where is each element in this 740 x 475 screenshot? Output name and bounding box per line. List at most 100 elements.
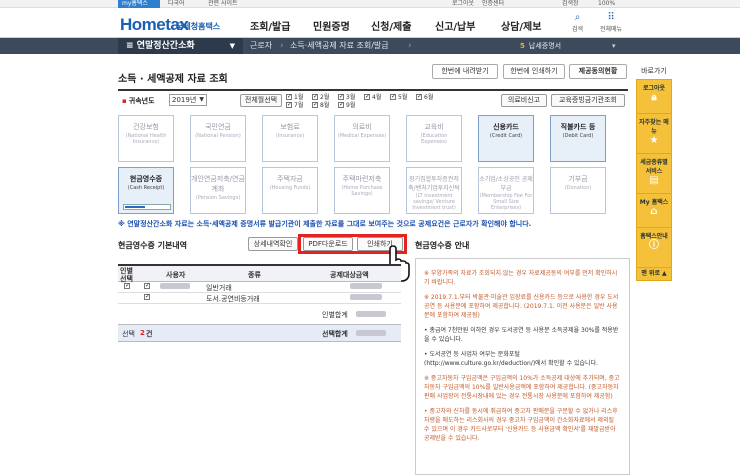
- detail-view-button[interactable]: 상세내역확인: [248, 237, 298, 251]
- masked-amount: [350, 283, 382, 289]
- consent-status-button[interactable]: 제공동의현황: [569, 64, 627, 79]
- search-box-label[interactable]: 검색창: [562, 0, 579, 8]
- year-select[interactable]: 2019년 ▼: [169, 94, 207, 106]
- selected-indicator: [123, 204, 171, 210]
- sidebar-label: 로그아웃: [642, 85, 666, 92]
- month-2[interactable]: 2월: [312, 93, 329, 101]
- month-9[interactable]: 9월: [338, 101, 355, 109]
- row-checkbox[interactable]: [144, 293, 150, 300]
- month-7[interactable]: 7월: [286, 101, 303, 109]
- section-menu-title: 연말정산간소화: [136, 41, 195, 51]
- guide-paragraph: ※ 2019.7.1.부터 박물관·미술관 입장료를 신용카드 등으로 사용한 …: [424, 294, 619, 319]
- tuition-institution-button[interactable]: 교육증빙금기관조회: [551, 94, 625, 107]
- search-icon: ⌕: [574, 12, 581, 23]
- masked-amount: [350, 294, 382, 300]
- download-all-button[interactable]: 한번에 내려받기: [432, 64, 498, 79]
- info-icon: ⓘ: [649, 240, 659, 251]
- due-notice[interactable]: 5 납세증명서: [520, 38, 561, 54]
- zoom-level[interactable]: 100%: [598, 0, 615, 8]
- subtotal-label: 인별합계: [322, 311, 348, 319]
- sidebar-item-tax-services[interactable]: 세금종류별 서비스 ▤: [637, 154, 671, 194]
- breadcrumb-separator-icon: ›: [408, 41, 412, 51]
- gnb-application[interactable]: 신청/제출: [371, 18, 411, 33]
- hamburger-icon: ≡: [126, 41, 137, 51]
- category-small-business[interactable]: 소기업/소상공인 공제부금 (Membership Fee For Small S…: [478, 167, 534, 214]
- sidebar-item-logout[interactable]: 로그아웃 🔒︎: [637, 80, 671, 114]
- col-select: 인별선택: [120, 267, 133, 283]
- deduction-category-grid: 건강보험 (National Health Insurance) 국민연금 (Nat…: [118, 115, 628, 215]
- category-cash-receipt[interactable]: 현금영수증 (Cash Receipt): [118, 167, 174, 214]
- category-pension-savings[interactable]: 개인연금저축/연금계좌 (Pension Savings): [190, 167, 246, 214]
- month-8[interactable]: 8월: [312, 101, 329, 109]
- category-venture-investment[interactable]: 장기집합투자증권저축/벤처기업투자신탁 (LT investment saving…: [406, 167, 462, 214]
- month-5[interactable]: 5월: [390, 93, 407, 101]
- category-housing-funds[interactable]: 주택자금 (Housing Funds): [262, 167, 318, 214]
- search-label: 검색: [572, 26, 584, 33]
- year-label: 귀속년도: [122, 96, 155, 106]
- guide-panel: ※ 부양가족의 자료가 조회되지 않는 경우 자료제공동의 여부를 먼저 확인하…: [415, 258, 630, 475]
- dropdown-icon: ▼: [229, 42, 235, 50]
- all-menu-label: 전체메뉴: [600, 26, 623, 33]
- category-donation[interactable]: 기부금 (Donation): [550, 167, 606, 214]
- total-label: 선택합계: [322, 330, 348, 338]
- sidebar-item-my-hometax[interactable]: My 홈택스 ⌂: [637, 194, 671, 228]
- related-sites-link[interactable]: 관련 사이트: [208, 0, 238, 8]
- document-icon: ▤: [649, 175, 659, 186]
- select-all-months-button[interactable]: 전체월선택: [240, 94, 282, 107]
- logout-link[interactable]: 로그아웃: [452, 0, 474, 8]
- grid-icon: ⠿: [607, 12, 615, 23]
- breadcrumb-separator-icon: ›: [280, 41, 284, 51]
- section-menu-button[interactable]: ≡ 연말정산간소화 ▼: [118, 38, 243, 54]
- gnb-inquiry[interactable]: 조회/발급: [250, 18, 290, 33]
- guide-paragraph: • 도서공연 등 사업자 여부는 문화포털 (http://www.cultur…: [424, 351, 598, 367]
- month-3[interactable]: 3월: [338, 93, 355, 101]
- row-checkbox[interactable]: [124, 282, 130, 289]
- breadcrumb-employee[interactable]: 근로자: [250, 38, 272, 54]
- sidebar-item-guide[interactable]: 홈택스안내 ⓘ: [637, 228, 671, 268]
- category-home-savings[interactable]: 주택마련저축 (Home Purchase Savings): [334, 167, 390, 214]
- subtotal-row: 인별합계: [118, 304, 401, 324]
- navigation-bar: ≡ 연말정산간소화 ▼ 근로자 › 소득·세액공제 자료 조회/발급 › 5 납세…: [0, 38, 740, 54]
- category-medical[interactable]: 의료비 (Medical Expenses): [334, 115, 390, 162]
- logo-korean: 국세청홈택스: [176, 22, 221, 31]
- year-value: 2019년: [172, 96, 197, 104]
- category-insurance[interactable]: 보험료 (Insurance): [262, 115, 318, 162]
- total-count-unit: 건: [146, 330, 153, 338]
- month-1[interactable]: 1월: [286, 93, 303, 101]
- sidebar-item-favorites[interactable]: 자주찾는 메뉴 ★: [637, 114, 671, 154]
- table-row[interactable]: 도서.공연비등거래: [118, 293, 401, 304]
- gnb-certificates[interactable]: 민원증명: [313, 18, 350, 33]
- quick-links-caption: 바로가기: [641, 67, 667, 75]
- house-icon: ⌂: [650, 206, 658, 217]
- language-link[interactable]: 다국어: [168, 0, 185, 8]
- medical-report-button[interactable]: 의료비신고: [501, 94, 547, 107]
- guide-title: 현금영수증 안내: [415, 241, 470, 250]
- search-button[interactable]: ⌕ 검색: [572, 12, 583, 33]
- category-credit-card[interactable]: 신용카드 (Credit Card): [478, 115, 534, 162]
- category-education[interactable]: 교육비 (Education Expenses): [406, 115, 462, 162]
- month-6[interactable]: 6월: [416, 93, 433, 101]
- gnb-consult[interactable]: 상담/제보: [501, 18, 541, 33]
- scroll-top-button[interactable]: 맨 위로 ▲: [637, 268, 671, 280]
- table-row[interactable]: 일반거래: [118, 282, 401, 293]
- gnb-filing[interactable]: 신고/납부: [435, 18, 475, 33]
- breadcrumb-current[interactable]: 소득·세액공제 자료 조회/발급: [290, 38, 389, 54]
- month-4[interactable]: 4월: [364, 93, 381, 101]
- all-menu-button[interactable]: ⠿ 전체메뉴: [600, 12, 622, 33]
- col-user: 사용자: [166, 271, 186, 279]
- guide-paragraph: ※ 중고자동차 구입금액은 구입금액의 10%가 소득공제 대상에 추가되며, …: [424, 375, 620, 400]
- print-all-button[interactable]: 한번에 인쇄하기: [503, 64, 565, 79]
- chevron-down-icon[interactable]: ▾: [612, 38, 616, 54]
- cert-center-link[interactable]: 인증센터: [482, 0, 504, 8]
- category-health-insurance[interactable]: 건강보험 (National Health Insurance): [118, 115, 174, 162]
- category-debit-card[interactable]: 직불카드 등 (Debit Card): [550, 115, 606, 162]
- my-hometax-link[interactable]: my홈택스: [118, 0, 160, 8]
- page-title: 소득 · 세액공제 자료 조회: [118, 74, 228, 85]
- deduction-notice: ※ 연말정산간소화 자료는 소득·세액공제 증명서류 발급기관이 제출한 자료를…: [118, 220, 532, 228]
- site-header: Hometax 국세청홈택스 조회/발급 민원증명 신청/제출 신고/납부 상담…: [0, 8, 740, 38]
- row-checkbox[interactable]: [144, 282, 150, 289]
- category-national-pension[interactable]: 국민연금 (National Pension): [190, 115, 246, 162]
- sidebar-label: 자주찾는 메뉴: [639, 119, 669, 135]
- hometax-logo[interactable]: Hometax 국세청홈택스: [120, 12, 230, 34]
- lock-icon: 🔒︎: [651, 92, 657, 103]
